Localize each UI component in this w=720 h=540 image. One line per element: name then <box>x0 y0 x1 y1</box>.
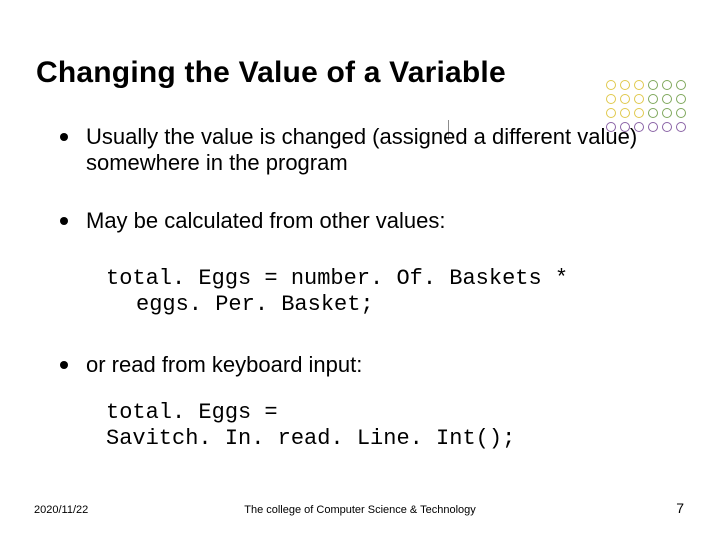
footer-institution: The college of Computer Science & Techno… <box>244 504 476 516</box>
title-tick-mark <box>448 120 449 140</box>
dot-icon <box>634 80 644 90</box>
dot-icon <box>620 122 630 132</box>
bullet-item: or read from keyboard input: <box>60 352 684 378</box>
slide: Changing the Value of a Variable Usually… <box>0 0 720 540</box>
dot-icon <box>676 122 686 132</box>
code-line: eggs. Per. Basket; <box>106 292 374 318</box>
dot-icon <box>620 80 630 90</box>
bullet-item: May be calculated from other values: <box>60 208 684 234</box>
dot-icon <box>634 122 644 132</box>
bullet-text: or read from keyboard input: <box>86 352 362 378</box>
dot-icon <box>662 108 672 118</box>
code-line: Savitch. In. read. Line. Int(); <box>106 426 684 452</box>
dot-icon <box>620 94 630 104</box>
dot-icon <box>634 94 644 104</box>
bullet-icon <box>60 133 68 141</box>
dot-icon <box>606 122 616 132</box>
dot-icon <box>648 122 658 132</box>
code-line: total. Eggs = <box>106 400 684 426</box>
decorative-dot-grid <box>606 80 686 132</box>
slide-body: Usually the value is changed (assigned a… <box>36 124 684 452</box>
dot-icon <box>662 80 672 90</box>
dot-icon <box>662 94 672 104</box>
dot-icon <box>648 94 658 104</box>
footer-date: 2020/11/22 <box>34 504 88 516</box>
slide-title: Changing the Value of a Variable <box>36 56 684 90</box>
code-line: total. Eggs = number. Of. Baskets * <box>106 266 684 292</box>
bullet-text: May be calculated from other values: <box>86 208 446 234</box>
bullet-icon <box>60 361 68 369</box>
code-block-1: total. Eggs = number. Of. Baskets * eggs… <box>106 266 684 318</box>
bullet-item: Usually the value is changed (assigned a… <box>60 124 684 176</box>
bullet-text: Usually the value is changed (assigned a… <box>86 124 684 176</box>
dot-icon <box>662 122 672 132</box>
dot-icon <box>634 108 644 118</box>
dot-icon <box>648 108 658 118</box>
bullet-icon <box>60 217 68 225</box>
code-block-2: total. Eggs = Savitch. In. read. Line. I… <box>106 400 684 452</box>
dot-icon <box>620 108 630 118</box>
footer-page-number: 7 <box>676 500 684 516</box>
dot-icon <box>606 80 616 90</box>
dot-icon <box>606 94 616 104</box>
dot-icon <box>676 94 686 104</box>
dot-icon <box>676 80 686 90</box>
dot-icon <box>648 80 658 90</box>
dot-icon <box>676 108 686 118</box>
dot-icon <box>606 108 616 118</box>
